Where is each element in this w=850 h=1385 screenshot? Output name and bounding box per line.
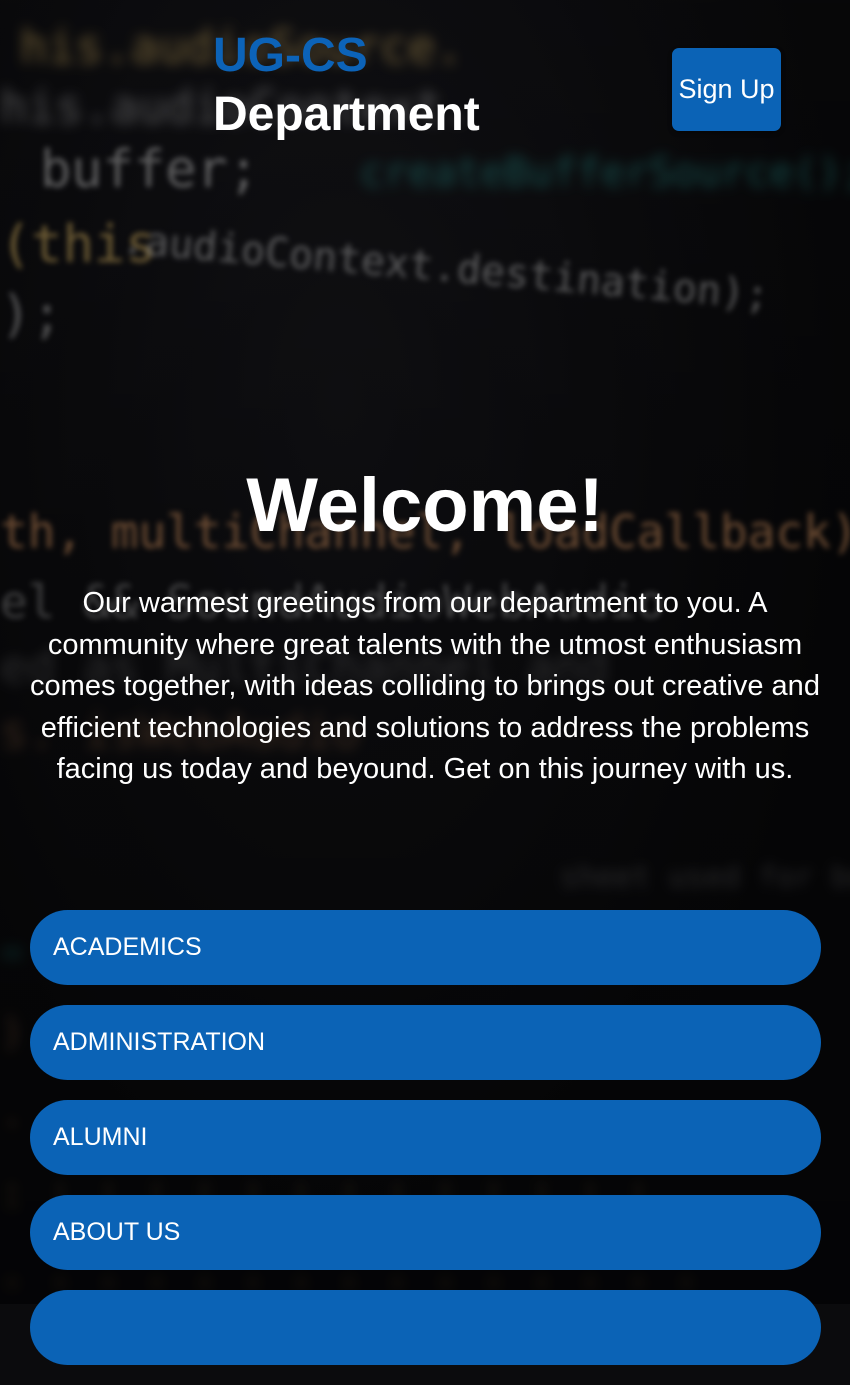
brand-logo[interactable]: UG-CS Department (213, 32, 480, 139)
nav-item-about-us[interactable]: ABOUT US (30, 1195, 821, 1270)
nav-item-label: ACADEMICS (53, 933, 202, 961)
nav-item-administration[interactable]: ADMINISTRATION (30, 1005, 821, 1080)
nav-item-label: ABOUT US (53, 1218, 181, 1246)
sign-up-button[interactable]: Sign Up (672, 48, 781, 131)
welcome-text: Our warmest greetings from our departmen… (30, 587, 820, 785)
nav-item-academics[interactable]: ACADEMICS (30, 910, 821, 985)
main-nav: ACADEMICS ADMINISTRATION ALUMNI ABOUT US (30, 910, 821, 1385)
nav-item-label: ADMINISTRATION (53, 1028, 266, 1056)
brand-line-1: UG-CS (213, 29, 368, 82)
welcome-title: Welcome! (246, 463, 604, 548)
nav-item-label: ALUMNI (53, 1123, 148, 1151)
brand-line-2: Department (213, 88, 480, 141)
nav-item-alumni[interactable]: ALUMNI (30, 1100, 821, 1175)
nav-item-partial[interactable] (30, 1290, 821, 1365)
